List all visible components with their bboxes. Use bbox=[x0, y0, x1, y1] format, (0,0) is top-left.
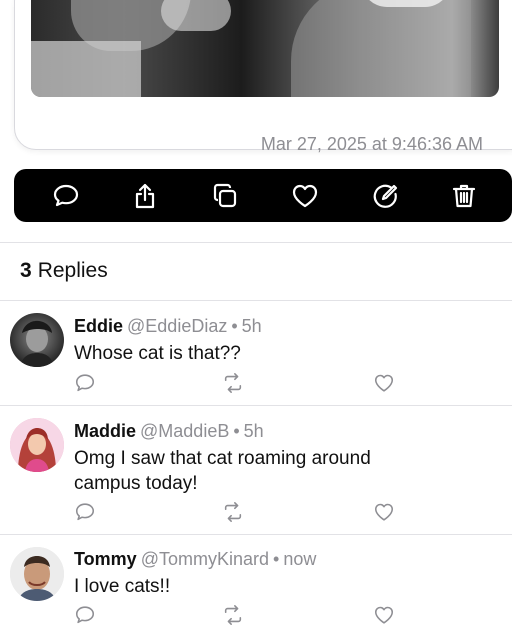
repost-icon bbox=[224, 373, 242, 393]
separator-dot: • bbox=[231, 316, 238, 336]
reply-comment-button[interactable] bbox=[74, 604, 98, 628]
avatar[interactable] bbox=[10, 418, 64, 472]
post-card bbox=[14, 0, 512, 150]
delete-button[interactable] bbox=[446, 178, 482, 214]
heart-icon bbox=[374, 374, 394, 392]
reply-repost-button[interactable] bbox=[222, 372, 246, 396]
reply-time: 5h bbox=[241, 316, 262, 336]
repost-icon bbox=[224, 605, 242, 625]
reply-actions bbox=[74, 604, 404, 628]
share-icon bbox=[135, 183, 155, 209]
comment-button[interactable] bbox=[48, 178, 84, 214]
reply-actions bbox=[74, 501, 404, 525]
reply-author-name[interactable]: Maddie bbox=[74, 421, 136, 441]
reply-like-button[interactable] bbox=[373, 604, 397, 628]
speech-bubble-icon bbox=[75, 606, 95, 624]
divider bbox=[0, 242, 512, 243]
reply-repost-button[interactable] bbox=[222, 501, 246, 525]
reply-item[interactable]: Maddie @MaddieB • 5h Omg I saw that cat roa… bbox=[0, 406, 512, 534]
avatar[interactable] bbox=[10, 547, 64, 601]
separator-dot: • bbox=[233, 421, 240, 441]
reply-time: now bbox=[283, 549, 317, 569]
like-button[interactable] bbox=[287, 178, 323, 214]
post-image[interactable] bbox=[31, 0, 499, 97]
reply-header: Eddie @EddieDiaz • 5h bbox=[74, 316, 262, 337]
reply-actions bbox=[74, 372, 404, 396]
reply-repost-button[interactable] bbox=[222, 604, 246, 628]
reply-text: Omg I saw that cat roaming around campus… bbox=[74, 448, 371, 494]
repost-button[interactable] bbox=[207, 178, 243, 214]
reply-item[interactable]: Eddie @EddieDiaz • 5h Whose cat is that?? bbox=[0, 301, 512, 405]
speech-bubble-icon bbox=[53, 184, 79, 207]
reply-text: I love cats!! bbox=[74, 576, 171, 597]
edit-icon bbox=[373, 184, 398, 208]
reply-text: Whose cat is that?? bbox=[74, 343, 241, 364]
reply-author-name[interactable]: Tommy bbox=[74, 549, 137, 569]
reply-header: Maddie @MaddieB • 5h bbox=[74, 421, 264, 442]
reply-like-button[interactable] bbox=[373, 372, 397, 396]
reply-author-handle[interactable]: @MaddieB bbox=[140, 421, 229, 441]
reply-comment-button[interactable] bbox=[74, 372, 98, 396]
replies-header: 3 Replies bbox=[20, 259, 108, 283]
repost-icon bbox=[224, 502, 242, 522]
reply-item[interactable]: Tommy @TommyKinard • now I love cats!! bbox=[0, 535, 512, 640]
copy-icon bbox=[213, 183, 237, 208]
reply-like-button[interactable] bbox=[373, 501, 397, 525]
reply-author-handle[interactable]: @EddieDiaz bbox=[127, 316, 227, 336]
heart-icon bbox=[374, 606, 394, 624]
separator-dot: • bbox=[273, 549, 280, 569]
reply-author-handle[interactable]: @TommyKinard bbox=[141, 549, 269, 569]
reply-author-name[interactable]: Eddie bbox=[74, 316, 123, 336]
reply-header: Tommy @TommyKinard • now bbox=[74, 549, 316, 570]
speech-bubble-icon bbox=[75, 503, 95, 521]
reply-comment-button[interactable] bbox=[74, 501, 98, 525]
edit-button[interactable] bbox=[367, 178, 403, 214]
share-button[interactable] bbox=[127, 178, 163, 214]
replies-label: Replies bbox=[37, 259, 108, 282]
avatar[interactable] bbox=[10, 313, 64, 367]
speech-bubble-icon bbox=[75, 374, 95, 392]
post-action-bar bbox=[14, 169, 512, 222]
reply-time: 5h bbox=[243, 421, 264, 441]
heart-icon bbox=[292, 184, 318, 208]
replies-count: 3 bbox=[20, 259, 32, 282]
post-timestamp: Mar 27, 2025 at 9:46:36 AM bbox=[260, 134, 483, 154]
heart-icon bbox=[374, 503, 394, 521]
trash-icon bbox=[452, 184, 476, 208]
